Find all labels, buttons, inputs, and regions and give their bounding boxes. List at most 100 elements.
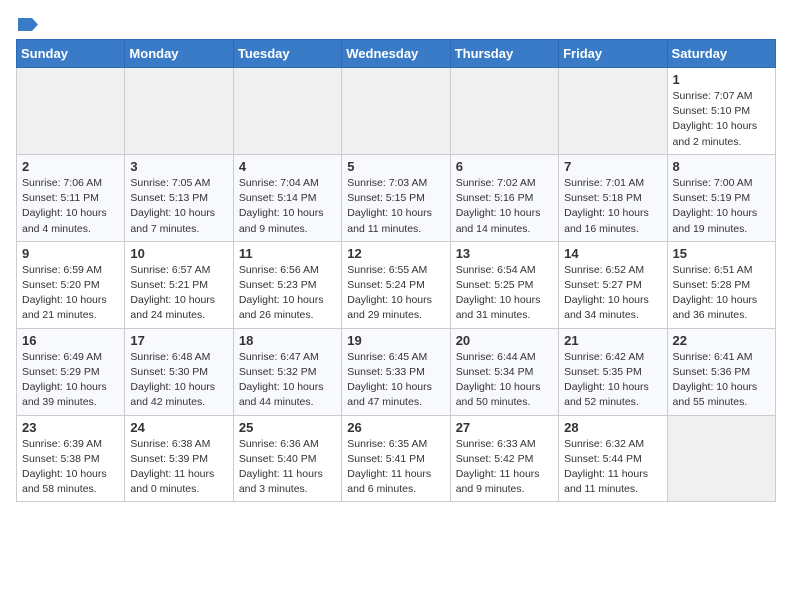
- calendar-day-cell: 8 Sunrise: 7:00 AM Sunset: 5:19 PM Daylig…: [667, 154, 775, 241]
- day-number: 27: [456, 420, 553, 435]
- day-info: Sunrise: 6:49 AM Sunset: 5:29 PM Dayligh…: [22, 350, 119, 411]
- day-number: 24: [130, 420, 227, 435]
- calendar-week-row: 16 Sunrise: 6:49 AM Sunset: 5:29 PM Dayli…: [17, 328, 776, 415]
- day-number: 25: [239, 420, 336, 435]
- calendar-day-cell: 26Sunrise: 6:35 AM Sunset: 5:41 PM Dayli…: [342, 415, 450, 502]
- day-info: Sunrise: 6:55 AM Sunset: 5:24 PM Dayligh…: [347, 263, 444, 324]
- calendar-day-cell: 5 Sunrise: 7:03 AM Sunset: 5:15 PM Daylig…: [342, 154, 450, 241]
- weekday-header-friday: Friday: [559, 40, 667, 68]
- weekday-header-monday: Monday: [125, 40, 233, 68]
- calendar-day-cell: 21 Sunrise: 6:42 AM Sunset: 5:35 PM Dayli…: [559, 328, 667, 415]
- calendar-day-cell: [667, 415, 775, 502]
- calendar-day-cell: 27 Sunrise: 6:33 AM Sunset: 5:42 PM Dayli…: [450, 415, 558, 502]
- day-number: 19: [347, 333, 444, 348]
- day-info: Sunrise: 6:33 AM Sunset: 5:42 PM Dayligh…: [456, 437, 553, 498]
- calendar-day-cell: 25 Sunrise: 6:36 AM Sunset: 5:40 PM Dayli…: [233, 415, 341, 502]
- logo: [16, 16, 38, 27]
- day-info: Sunrise: 6:35 AM Sunset: 5:41 PM Dayligh…: [347, 437, 444, 498]
- day-info: Sunrise: 7:06 AM Sunset: 5:11 PM Dayligh…: [22, 176, 119, 237]
- calendar-week-row: 1 Sunrise: 7:07 AM Sunset: 5:10 PM Daylig…: [17, 68, 776, 155]
- day-info: Sunrise: 6:56 AM Sunset: 5:23 PM Dayligh…: [239, 263, 336, 324]
- day-number: 20: [456, 333, 553, 348]
- calendar-day-cell: 4 Sunrise: 7:04 AM Sunset: 5:14 PM Daylig…: [233, 154, 341, 241]
- calendar-day-cell: [559, 68, 667, 155]
- day-number: 18: [239, 333, 336, 348]
- calendar-day-cell: [450, 68, 558, 155]
- weekday-header-thursday: Thursday: [450, 40, 558, 68]
- day-number: 28: [564, 420, 661, 435]
- day-number: 7: [564, 159, 661, 174]
- day-number: 9: [22, 246, 119, 261]
- day-info: Sunrise: 6:57 AM Sunset: 5:21 PM Dayligh…: [130, 263, 227, 324]
- day-number: 8: [673, 159, 770, 174]
- day-info: Sunrise: 6:44 AM Sunset: 5:34 PM Dayligh…: [456, 350, 553, 411]
- day-number: 17: [130, 333, 227, 348]
- day-number: 13: [456, 246, 553, 261]
- calendar-day-cell: 12 Sunrise: 6:55 AM Sunset: 5:24 PM Dayli…: [342, 241, 450, 328]
- day-info: Sunrise: 6:36 AM Sunset: 5:40 PM Dayligh…: [239, 437, 336, 498]
- day-info: Sunrise: 7:02 AM Sunset: 5:16 PM Dayligh…: [456, 176, 553, 237]
- day-info: Sunrise: 7:01 AM Sunset: 5:18 PM Dayligh…: [564, 176, 661, 237]
- calendar-day-cell: [233, 68, 341, 155]
- day-info: Sunrise: 6:54 AM Sunset: 5:25 PM Dayligh…: [456, 263, 553, 324]
- day-info: Sunrise: 7:03 AM Sunset: 5:15 PM Dayligh…: [347, 176, 444, 237]
- day-info: Sunrise: 7:07 AM Sunset: 5:10 PM Dayligh…: [673, 89, 770, 150]
- weekday-header-tuesday: Tuesday: [233, 40, 341, 68]
- calendar-day-cell: 23 Sunrise: 6:39 AM Sunset: 5:38 PM Dayli…: [17, 415, 125, 502]
- calendar-day-cell: 6 Sunrise: 7:02 AM Sunset: 5:16 PM Daylig…: [450, 154, 558, 241]
- day-number: 21: [564, 333, 661, 348]
- calendar-day-cell: 17 Sunrise: 6:48 AM Sunset: 5:30 PM Dayli…: [125, 328, 233, 415]
- calendar-day-cell: 11 Sunrise: 6:56 AM Sunset: 5:23 PM Dayli…: [233, 241, 341, 328]
- weekday-header-row: SundayMondayTuesdayWednesdayThursdayFrid…: [17, 40, 776, 68]
- day-info: Sunrise: 6:45 AM Sunset: 5:33 PM Dayligh…: [347, 350, 444, 411]
- day-info: Sunrise: 6:42 AM Sunset: 5:35 PM Dayligh…: [564, 350, 661, 411]
- day-number: 14: [564, 246, 661, 261]
- day-number: 6: [456, 159, 553, 174]
- day-number: 23: [22, 420, 119, 435]
- day-info: Sunrise: 6:48 AM Sunset: 5:30 PM Dayligh…: [130, 350, 227, 411]
- day-number: 1: [673, 72, 770, 87]
- day-info: Sunrise: 6:47 AM Sunset: 5:32 PM Dayligh…: [239, 350, 336, 411]
- day-number: 12: [347, 246, 444, 261]
- calendar-day-cell: [125, 68, 233, 155]
- calendar-day-cell: 7 Sunrise: 7:01 AM Sunset: 5:18 PM Daylig…: [559, 154, 667, 241]
- calendar-day-cell: 15 Sunrise: 6:51 AM Sunset: 5:28 PM Dayli…: [667, 241, 775, 328]
- calendar-week-row: 23 Sunrise: 6:39 AM Sunset: 5:38 PM Dayli…: [17, 415, 776, 502]
- day-info: Sunrise: 7:00 AM Sunset: 5:19 PM Dayligh…: [673, 176, 770, 237]
- weekday-header-saturday: Saturday: [667, 40, 775, 68]
- day-info: Sunrise: 6:32 AM Sunset: 5:44 PM Dayligh…: [564, 437, 661, 498]
- calendar-day-cell: 28 Sunrise: 6:32 AM Sunset: 5:44 PM Dayli…: [559, 415, 667, 502]
- day-number: 16: [22, 333, 119, 348]
- calendar-day-cell: 3 Sunrise: 7:05 AM Sunset: 5:13 PM Daylig…: [125, 154, 233, 241]
- calendar-day-cell: 20 Sunrise: 6:44 AM Sunset: 5:34 PM Dayli…: [450, 328, 558, 415]
- day-info: Sunrise: 6:51 AM Sunset: 5:28 PM Dayligh…: [673, 263, 770, 324]
- calendar-week-row: 2 Sunrise: 7:06 AM Sunset: 5:11 PM Daylig…: [17, 154, 776, 241]
- day-number: 11: [239, 246, 336, 261]
- day-number: 5: [347, 159, 444, 174]
- calendar-day-cell: 22 Sunrise: 6:41 AM Sunset: 5:36 PM Dayli…: [667, 328, 775, 415]
- day-number: 22: [673, 333, 770, 348]
- day-info: Sunrise: 6:41 AM Sunset: 5:36 PM Dayligh…: [673, 350, 770, 411]
- calendar-day-cell: 1 Sunrise: 7:07 AM Sunset: 5:10 PM Daylig…: [667, 68, 775, 155]
- calendar-day-cell: 10 Sunrise: 6:57 AM Sunset: 5:21 PM Dayli…: [125, 241, 233, 328]
- calendar-day-cell: 2 Sunrise: 7:06 AM Sunset: 5:11 PM Daylig…: [17, 154, 125, 241]
- day-number: 4: [239, 159, 336, 174]
- day-info: Sunrise: 7:04 AM Sunset: 5:14 PM Dayligh…: [239, 176, 336, 237]
- day-number: 10: [130, 246, 227, 261]
- calendar-day-cell: 18 Sunrise: 6:47 AM Sunset: 5:32 PM Dayli…: [233, 328, 341, 415]
- calendar-week-row: 9 Sunrise: 6:59 AM Sunset: 5:20 PM Daylig…: [17, 241, 776, 328]
- day-info: Sunrise: 7:05 AM Sunset: 5:13 PM Dayligh…: [130, 176, 227, 237]
- day-info: Sunrise: 6:52 AM Sunset: 5:27 PM Dayligh…: [564, 263, 661, 324]
- calendar-day-cell: 13 Sunrise: 6:54 AM Sunset: 5:25 PM Dayli…: [450, 241, 558, 328]
- day-number: 3: [130, 159, 227, 174]
- calendar-table: SundayMondayTuesdayWednesdayThursdayFrid…: [16, 39, 776, 502]
- day-info: Sunrise: 6:39 AM Sunset: 5:38 PM Dayligh…: [22, 437, 119, 498]
- logo-icon: [18, 18, 38, 31]
- day-number: 15: [673, 246, 770, 261]
- calendar-day-cell: 19 Sunrise: 6:45 AM Sunset: 5:33 PM Dayli…: [342, 328, 450, 415]
- weekday-header-wednesday: Wednesday: [342, 40, 450, 68]
- day-info: Sunrise: 6:59 AM Sunset: 5:20 PM Dayligh…: [22, 263, 119, 324]
- day-number: 2: [22, 159, 119, 174]
- calendar-day-cell: 24 Sunrise: 6:38 AM Sunset: 5:39 PM Dayli…: [125, 415, 233, 502]
- day-info: Sunrise: 6:38 AM Sunset: 5:39 PM Dayligh…: [130, 437, 227, 498]
